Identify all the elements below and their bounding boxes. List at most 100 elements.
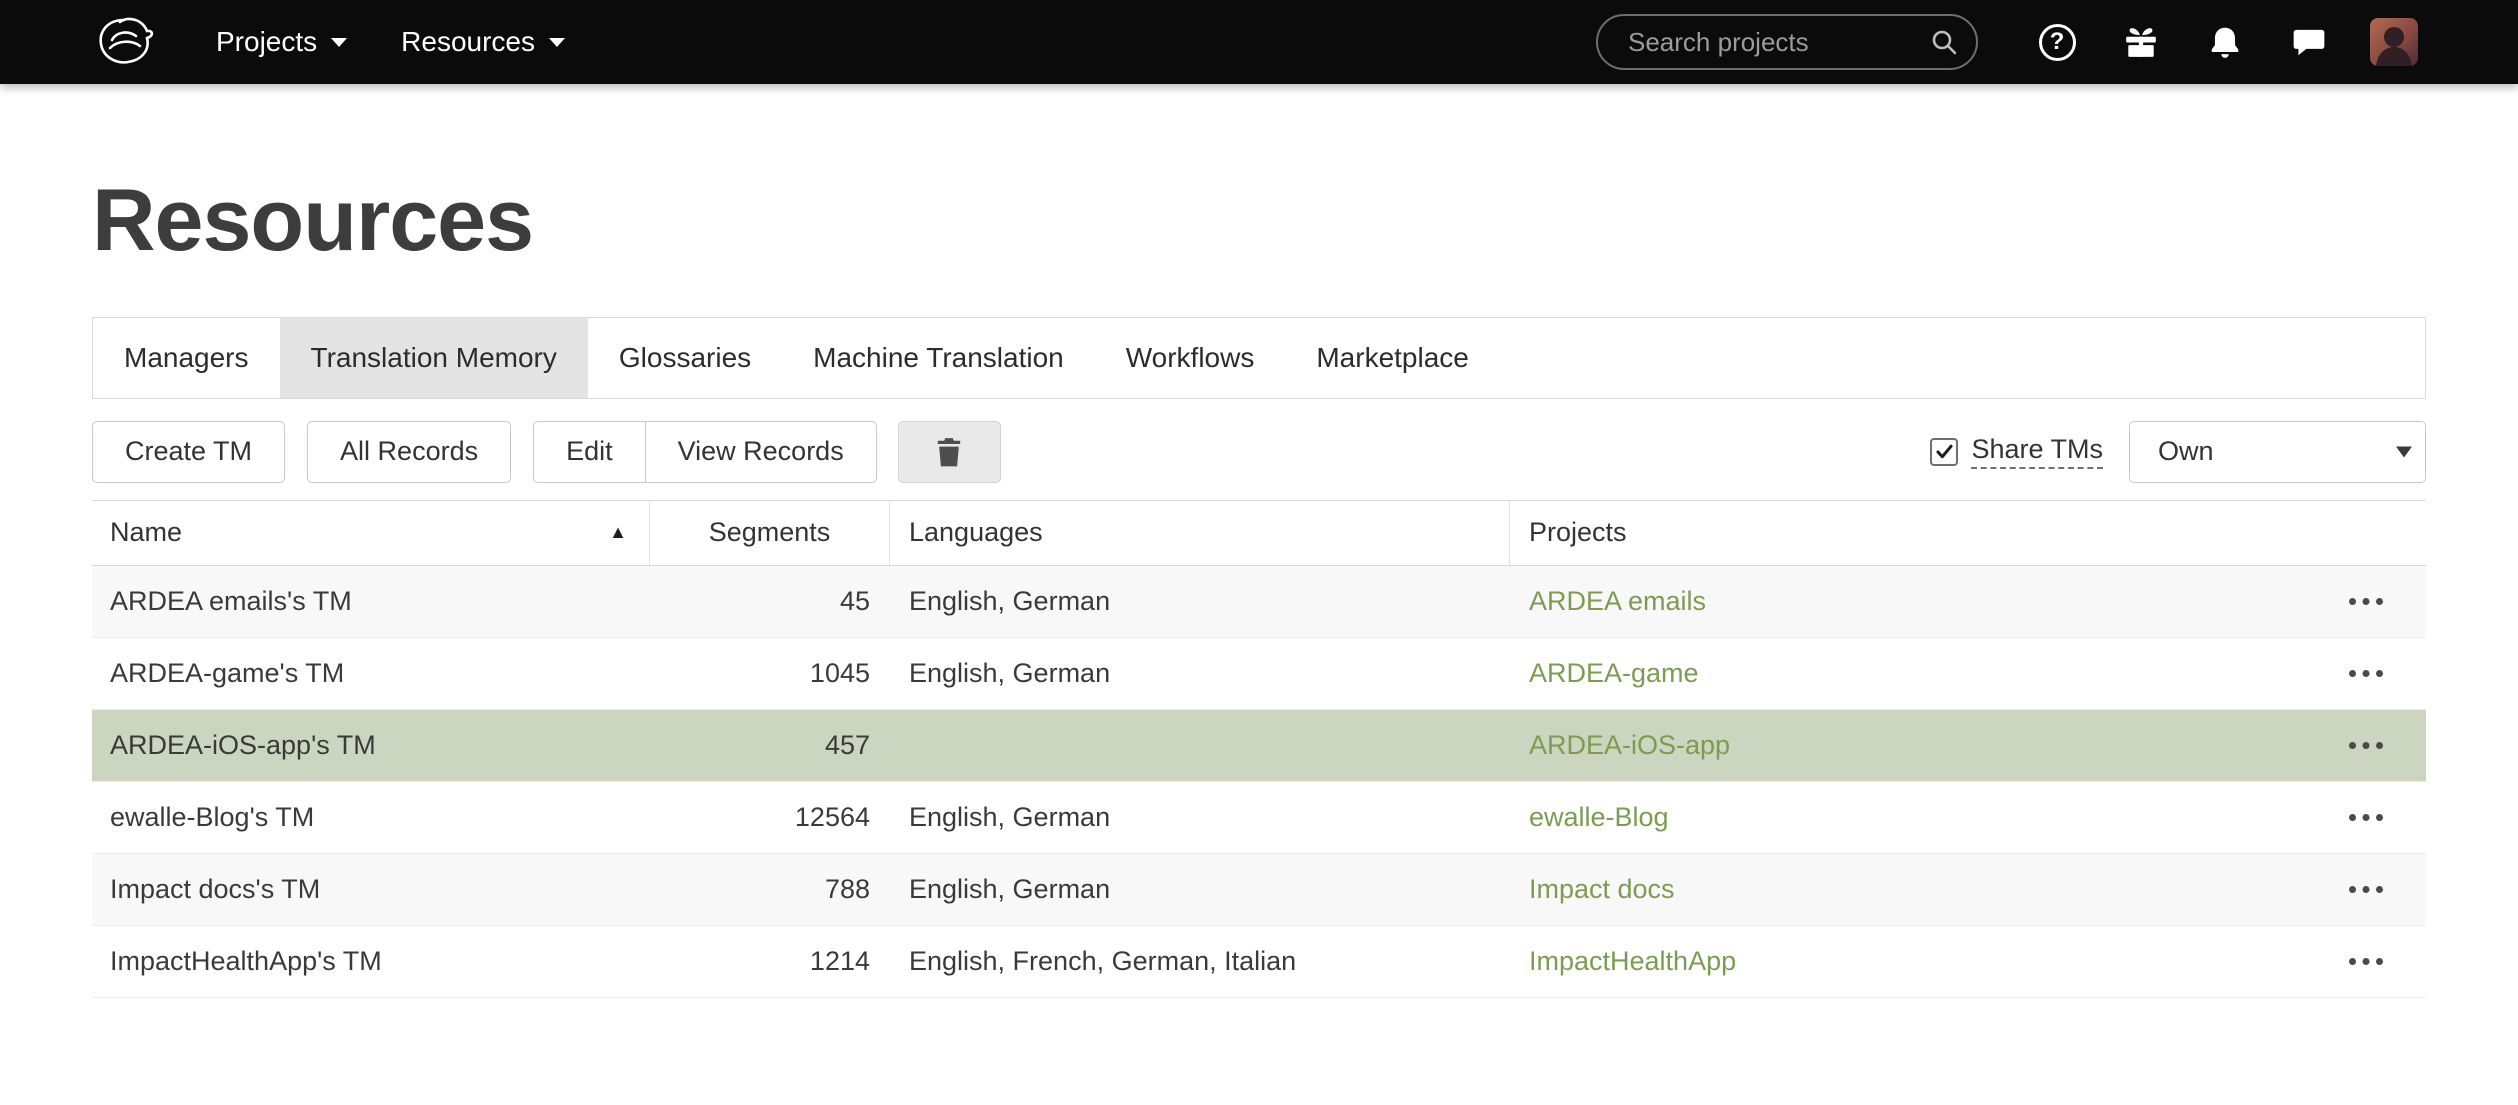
tm-table: Name ▲ Segments Languages Projects ARDEA… — [92, 500, 2426, 998]
resource-tabs: ManagersTranslation MemoryGlossariesMach… — [92, 317, 2426, 399]
tm-table-body: ARDEA emails's TM 45 English, German ARD… — [92, 566, 2426, 998]
edit-button[interactable]: Edit — [533, 421, 646, 483]
user-avatar[interactable] — [2370, 18, 2418, 66]
table-row[interactable]: ARDEA-iOS-app's TM 457 ARDEA-iOS-app — [92, 710, 2426, 782]
header-name-label: Name — [110, 517, 182, 548]
tm-segments: 457 — [650, 730, 890, 761]
row-menu-button[interactable] — [2344, 877, 2388, 902]
project-link[interactable]: ARDEA-iOS-app — [1529, 730, 1730, 760]
column-header-languages[interactable]: Languages — [890, 501, 1510, 565]
delete-button[interactable] — [898, 421, 1001, 483]
notifications-button[interactable] — [2202, 19, 2248, 65]
tm-actions-cell — [2316, 589, 2426, 614]
all-records-button[interactable]: All Records — [307, 421, 511, 483]
ellipsis-icon — [2348, 957, 2384, 966]
crowdin-bird-icon — [92, 10, 156, 74]
help-icon: ? — [2039, 24, 2076, 61]
ellipsis-icon — [2348, 597, 2384, 606]
primary-nav: Projects Resources — [216, 26, 565, 58]
tm-name: ARDEA-iOS-app's TM — [92, 730, 650, 761]
search-box — [1596, 14, 1978, 70]
project-link[interactable]: ARDEA-game — [1529, 658, 1699, 688]
tm-name: ARDEA emails's TM — [92, 586, 650, 617]
view-records-button[interactable]: View Records — [645, 421, 877, 483]
tm-segments: 1045 — [650, 658, 890, 689]
create-tm-button[interactable]: Create TM — [92, 421, 285, 483]
app-logo[interactable] — [92, 10, 156, 74]
project-link[interactable]: ewalle-Blog — [1529, 802, 1669, 832]
tm-projects-cell: ewalle-Blog — [1510, 802, 2316, 833]
tm-languages: English, German — [890, 874, 1510, 905]
project-link[interactable]: ARDEA emails — [1529, 586, 1706, 616]
column-header-projects[interactable]: Projects — [1510, 501, 2316, 565]
table-row[interactable]: ARDEA emails's TM 45 English, German ARD… — [92, 566, 2426, 638]
tm-segments: 788 — [650, 874, 890, 905]
scope-select[interactable]: Own — [2129, 421, 2426, 483]
table-row[interactable]: ImpactHealthApp's TM 1214 English, Frenc… — [92, 926, 2426, 998]
row-menu-button[interactable] — [2344, 661, 2388, 686]
column-header-actions — [2316, 501, 2426, 565]
help-button[interactable]: ? — [2034, 19, 2080, 65]
header-languages-label: Languages — [909, 517, 1043, 548]
bell-icon — [2207, 24, 2243, 60]
main-content: Resources ManagersTranslation MemoryGlos… — [0, 172, 2518, 998]
nav-menu-resources-label: Resources — [401, 26, 535, 58]
edit-view-button-group: Edit View Records — [533, 421, 877, 483]
project-link[interactable]: ImpactHealthApp — [1529, 946, 1736, 976]
tm-projects-cell: Impact docs — [1510, 874, 2316, 905]
tm-languages: English, German — [890, 658, 1510, 689]
ellipsis-icon — [2348, 813, 2384, 822]
scope-select-value: Own — [2158, 436, 2214, 467]
tab-managers[interactable]: Managers — [93, 318, 280, 398]
nav-menu-projects-label: Projects — [216, 26, 317, 58]
column-header-name[interactable]: Name ▲ — [92, 501, 650, 565]
row-menu-button[interactable] — [2344, 949, 2388, 974]
toolbar-right: Share TMs Own — [1930, 421, 2426, 483]
row-menu-button[interactable] — [2344, 805, 2388, 830]
navbar-right: ? — [1596, 14, 2418, 70]
share-tms-label[interactable]: Share TMs — [1971, 434, 2103, 469]
tm-actions-cell — [2316, 805, 2426, 830]
chevron-down-icon — [549, 38, 565, 47]
tm-name: ARDEA-game's TM — [92, 658, 650, 689]
tab-workflows[interactable]: Workflows — [1095, 318, 1286, 398]
tm-languages: English, German — [890, 586, 1510, 617]
nav-menu-projects[interactable]: Projects — [216, 26, 347, 58]
project-link[interactable]: Impact docs — [1529, 874, 1675, 904]
chevron-down-icon — [331, 38, 347, 47]
tm-toolbar: Create TM All Records Edit View Records … — [92, 421, 2426, 483]
header-segments-label: Segments — [709, 517, 831, 548]
ellipsis-icon — [2348, 669, 2384, 678]
row-menu-button[interactable] — [2344, 589, 2388, 614]
gift-icon — [2123, 24, 2159, 60]
page-title: Resources — [92, 172, 2426, 269]
search-icon[interactable] — [1930, 28, 1958, 56]
sort-ascending-icon: ▲ — [609, 522, 627, 543]
column-header-segments[interactable]: Segments — [650, 501, 890, 565]
tab-marketplace[interactable]: Marketplace — [1285, 318, 1500, 398]
search-input[interactable] — [1626, 26, 1930, 59]
table-row[interactable]: ARDEA-game's TM 1045 English, German ARD… — [92, 638, 2426, 710]
check-icon — [1934, 441, 1955, 462]
table-row[interactable]: ewalle-Blog's TM 12564 English, German e… — [92, 782, 2426, 854]
tm-actions-cell — [2316, 877, 2426, 902]
share-tms-checkbox[interactable] — [1930, 438, 1958, 466]
tm-name: Impact docs's TM — [92, 874, 650, 905]
tm-name: ewalle-Blog's TM — [92, 802, 650, 833]
tm-segments: 45 — [650, 586, 890, 617]
ellipsis-icon — [2348, 885, 2384, 894]
whats-new-button[interactable] — [2118, 19, 2164, 65]
tm-segments: 12564 — [650, 802, 890, 833]
conversations-button[interactable] — [2286, 19, 2332, 65]
tm-projects-cell: ARDEA emails — [1510, 586, 2316, 617]
tab-machine-translation[interactable]: Machine Translation — [782, 318, 1095, 398]
tab-glossaries[interactable]: Glossaries — [588, 318, 782, 398]
tm-languages: English, French, German, Italian — [890, 946, 1510, 977]
top-navbar: Projects Resources ? — [0, 0, 2518, 84]
nav-menu-resources[interactable]: Resources — [401, 26, 565, 58]
table-row[interactable]: Impact docs's TM 788 English, German Imp… — [92, 854, 2426, 926]
tab-translation-memory[interactable]: Translation Memory — [280, 318, 588, 398]
row-menu-button[interactable] — [2344, 733, 2388, 758]
select-caret-icon — [2396, 446, 2412, 457]
avatar-photo — [2370, 18, 2418, 66]
